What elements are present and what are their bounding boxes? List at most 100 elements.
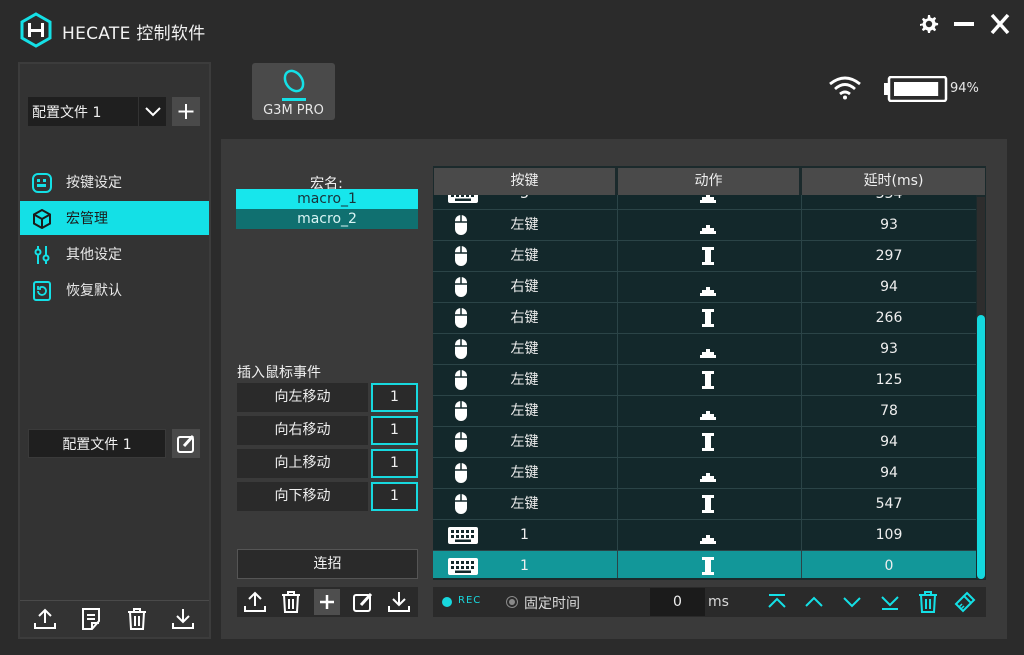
fixed-time-radio[interactable] (506, 596, 518, 608)
table-row[interactable]: 左键 78 (433, 396, 976, 427)
trash-icon[interactable] (916, 590, 940, 614)
table-row[interactable]: 3334 (433, 195, 976, 210)
mouse-icon (447, 493, 475, 515)
table-row[interactable]: 左键 547 (433, 489, 976, 520)
mouse-icon (447, 338, 475, 360)
add-macro-button[interactable] (314, 589, 340, 615)
combo-button[interactable]: 连招 (237, 549, 418, 579)
move-left-amount-input[interactable]: 1 (371, 383, 418, 412)
mouse-device-icon (282, 69, 306, 101)
move-up-button[interactable]: 向上移动 (237, 449, 368, 478)
edit-profile-button[interactable] (172, 429, 200, 458)
move-right-amount-input[interactable]: 1 (371, 416, 418, 445)
delay-cell[interactable]: 0 (801, 551, 976, 578)
clear-brush-icon[interactable] (953, 590, 977, 614)
close-icon[interactable] (988, 12, 1012, 36)
table-row[interactable]: 左键 297 (433, 241, 976, 272)
trash-icon[interactable] (278, 589, 304, 615)
keyboard-icon (447, 524, 478, 546)
delay-cell[interactable]: 334 (801, 195, 976, 209)
device-tab[interactable]: G3M PRO (252, 63, 335, 120)
move-down-button[interactable]: 向下移动 (237, 482, 368, 511)
nav-label: 宏管理 (66, 211, 108, 227)
download-icon[interactable] (386, 589, 412, 615)
record-radio[interactable] (442, 597, 452, 607)
delay-cell[interactable]: 125 (801, 365, 976, 395)
nav-restore-default[interactable]: 恢复默认 (20, 273, 209, 307)
delay-cell[interactable]: 94 (801, 458, 976, 488)
cube-icon (32, 209, 52, 229)
macro-list-item[interactable]: macro_1 (236, 189, 418, 209)
profile-name-field[interactable]: 配置文件 1 (28, 429, 166, 458)
delay-cell[interactable]: 266 (801, 303, 976, 333)
table-row[interactable]: 10 (433, 551, 976, 578)
nav-other-settings[interactable]: 其他设定 (20, 237, 209, 271)
chevron-down-icon[interactable] (138, 97, 166, 126)
key-up-icon (699, 277, 717, 297)
table-row[interactable]: 左键 93 (433, 210, 976, 241)
mouse-icon (447, 431, 475, 453)
upload-icon[interactable] (242, 589, 268, 615)
key-down-icon (699, 370, 717, 390)
key-down-icon (699, 308, 717, 328)
table-row[interactable]: 左键 94 (433, 427, 976, 458)
key-up-icon (699, 463, 717, 483)
battery-percentage: 94% (950, 81, 979, 96)
delay-cell[interactable]: 93 (801, 334, 976, 364)
delay-cell[interactable]: 94 (801, 272, 976, 302)
table-row[interactable]: 右键 94 (433, 272, 976, 303)
fixed-time-label: 固定时间 (524, 596, 580, 612)
move-left-button[interactable]: 向左移动 (237, 383, 368, 412)
mouse-icon (447, 307, 475, 329)
header-key: 按键 (434, 168, 615, 195)
move-to-top-icon[interactable] (765, 590, 789, 614)
delay-ms-input[interactable]: 0 (650, 588, 705, 616)
app-title: HECATE 控制软件 (62, 24, 206, 44)
delay-cell[interactable]: 78 (801, 396, 976, 426)
table-row[interactable]: 左键 93 (433, 334, 976, 365)
delay-cell[interactable]: 94 (801, 427, 976, 457)
notes-icon[interactable] (78, 606, 104, 632)
restore-icon (32, 281, 52, 301)
key-down-icon (699, 246, 717, 266)
edit-icon[interactable] (350, 589, 376, 615)
keyboard-icon (447, 195, 478, 205)
delay-cell[interactable]: 547 (801, 489, 976, 519)
move-down-icon[interactable] (840, 590, 864, 614)
hecate-logo-icon (18, 12, 54, 48)
macro-list-item[interactable]: macro_2 (236, 209, 418, 229)
key-up-icon (699, 195, 717, 204)
table-row[interactable]: 左键 125 (433, 365, 976, 396)
download-icon[interactable] (170, 606, 196, 632)
table-row[interactable]: 1 109 (433, 520, 976, 551)
mouse-icon (447, 369, 475, 391)
add-profile-button[interactable] (172, 97, 200, 126)
minimize-icon[interactable] (952, 12, 976, 36)
sidebar (18, 62, 211, 639)
delay-cell[interactable]: 297 (801, 241, 976, 271)
table-body[interactable]: 3334左键93左键297右键94右键266左键93左键125左键78左键94左… (433, 195, 976, 578)
move-right-button[interactable]: 向右移动 (237, 416, 368, 445)
keyboard-icon (447, 555, 478, 577)
scrollbar-thumb[interactable] (977, 315, 985, 579)
table-row[interactable]: 右键 266 (433, 303, 976, 334)
delay-cell[interactable]: 93 (801, 210, 976, 240)
profile-select[interactable]: 配置文件 1 (28, 97, 138, 126)
upload-icon[interactable] (32, 606, 58, 632)
key-down-icon (699, 494, 717, 514)
gear-icon[interactable] (916, 12, 940, 36)
table-row[interactable]: 左键 94 (433, 458, 976, 489)
ms-unit-label: ms (708, 594, 729, 610)
move-up-icon[interactable] (802, 590, 826, 614)
insert-mouse-event-label: 插入鼠标事件 (237, 365, 321, 381)
move-to-bottom-icon[interactable] (878, 590, 902, 614)
nav-key-settings[interactable]: 按键设定 (20, 165, 209, 199)
sliders-icon (32, 245, 52, 265)
move-up-amount-input[interactable]: 1 (371, 449, 418, 478)
trash-icon[interactable] (124, 606, 150, 632)
nav-macro-management[interactable]: 宏管理 (20, 201, 209, 235)
delay-cell[interactable]: 109 (801, 520, 976, 550)
device-name: G3M PRO (263, 103, 324, 118)
move-down-amount-input[interactable]: 1 (371, 482, 418, 511)
mouse-icon (447, 400, 475, 422)
